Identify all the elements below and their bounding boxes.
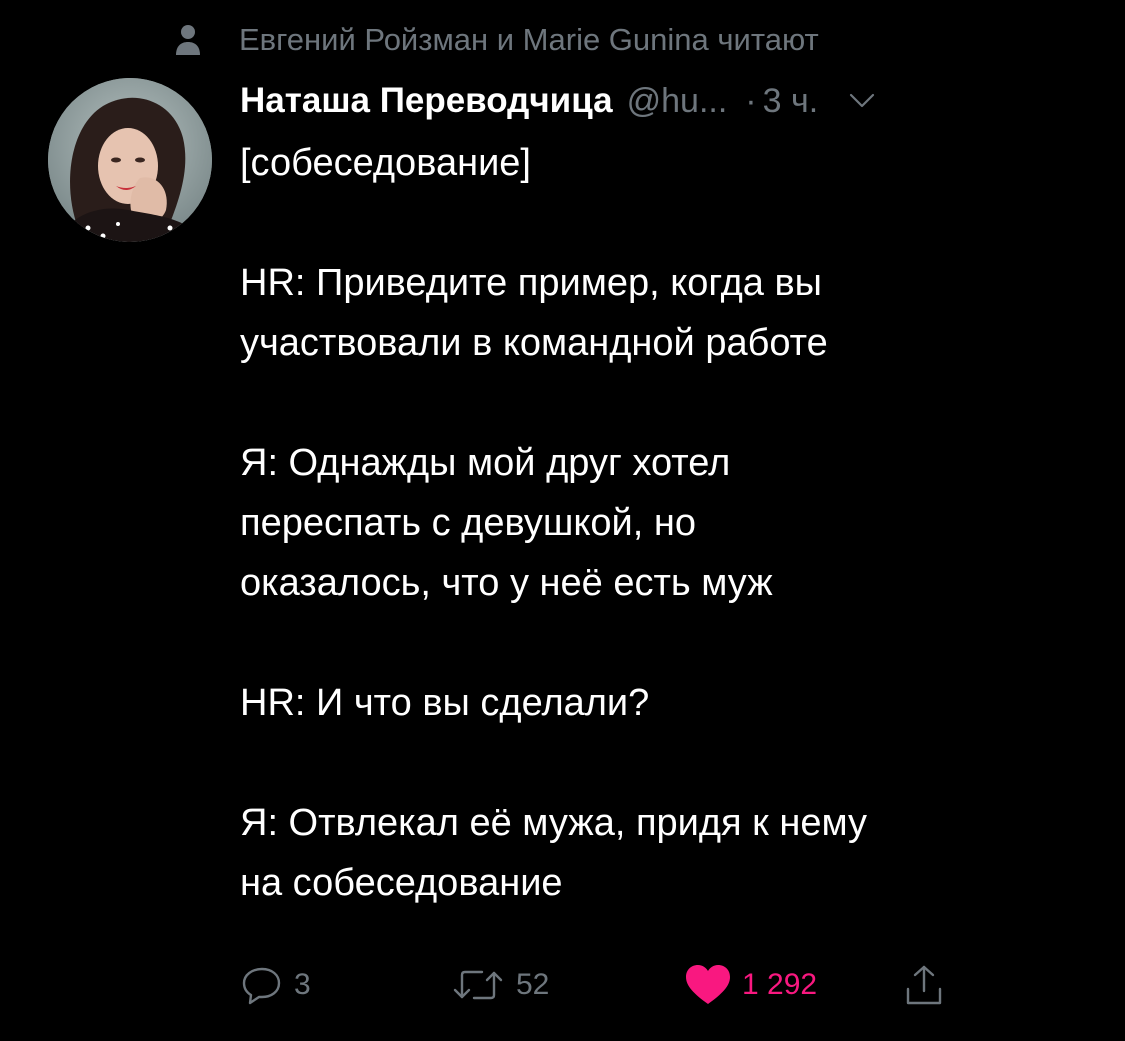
timestamp[interactable]: 3 ч. — [763, 82, 819, 121]
separator-dot: · — [745, 81, 757, 120]
retweet-button[interactable]: 52 — [450, 960, 549, 1010]
author-handle[interactable]: @hu... — [627, 82, 728, 121]
tweet-text-line: оказалось, что у неё есть муж — [240, 562, 773, 604]
like-button[interactable]: 1 292 — [684, 960, 817, 1010]
reply-count: 3 — [294, 968, 311, 1001]
avatar[interactable] — [48, 78, 212, 242]
tweet-text-line: HR: И что вы сделали? — [240, 682, 650, 724]
author-name[interactable]: Наташа Переводчица — [240, 81, 613, 121]
tweet-text-line: на собеседование — [240, 862, 563, 904]
action-bar: 3 52 1 292 — [240, 960, 1000, 1010]
tweet-text-line: переспать с девушкой, но — [240, 502, 696, 544]
share-button[interactable] — [902, 960, 946, 1010]
person-icon — [175, 22, 201, 58]
reply-icon — [240, 963, 284, 1007]
tweet-text: [собеседование] HR: Приведите пример, ког… — [240, 133, 1100, 913]
share-icon — [902, 963, 946, 1007]
like-count: 1 292 — [742, 968, 818, 1001]
retweet-icon — [450, 963, 506, 1007]
tweet-text-line: HR: Приведите пример, когда вы — [240, 262, 822, 304]
tweet-text-line: [собеседование] — [240, 142, 531, 184]
heart-icon — [684, 963, 732, 1007]
retweet-count: 52 — [516, 968, 550, 1001]
tweet-text-line: Я: Отвлекал её мужа, придя к нему — [240, 802, 868, 844]
chevron-down-icon[interactable] — [848, 91, 876, 111]
tweet-header: Наташа Переводчица @hu... · 3 ч. — [240, 78, 1090, 124]
social-context: Евгений Ройзман и Marie Gunina читают — [175, 18, 819, 62]
social-context-text: Евгений Ройзман и Marie Gunina читают — [239, 22, 819, 57]
reply-button[interactable]: 3 — [240, 960, 311, 1010]
tweet-text-line: Я: Однажды мой друг хотел — [240, 442, 731, 484]
tweet-text-line: участвовали в командной работе — [240, 322, 828, 364]
